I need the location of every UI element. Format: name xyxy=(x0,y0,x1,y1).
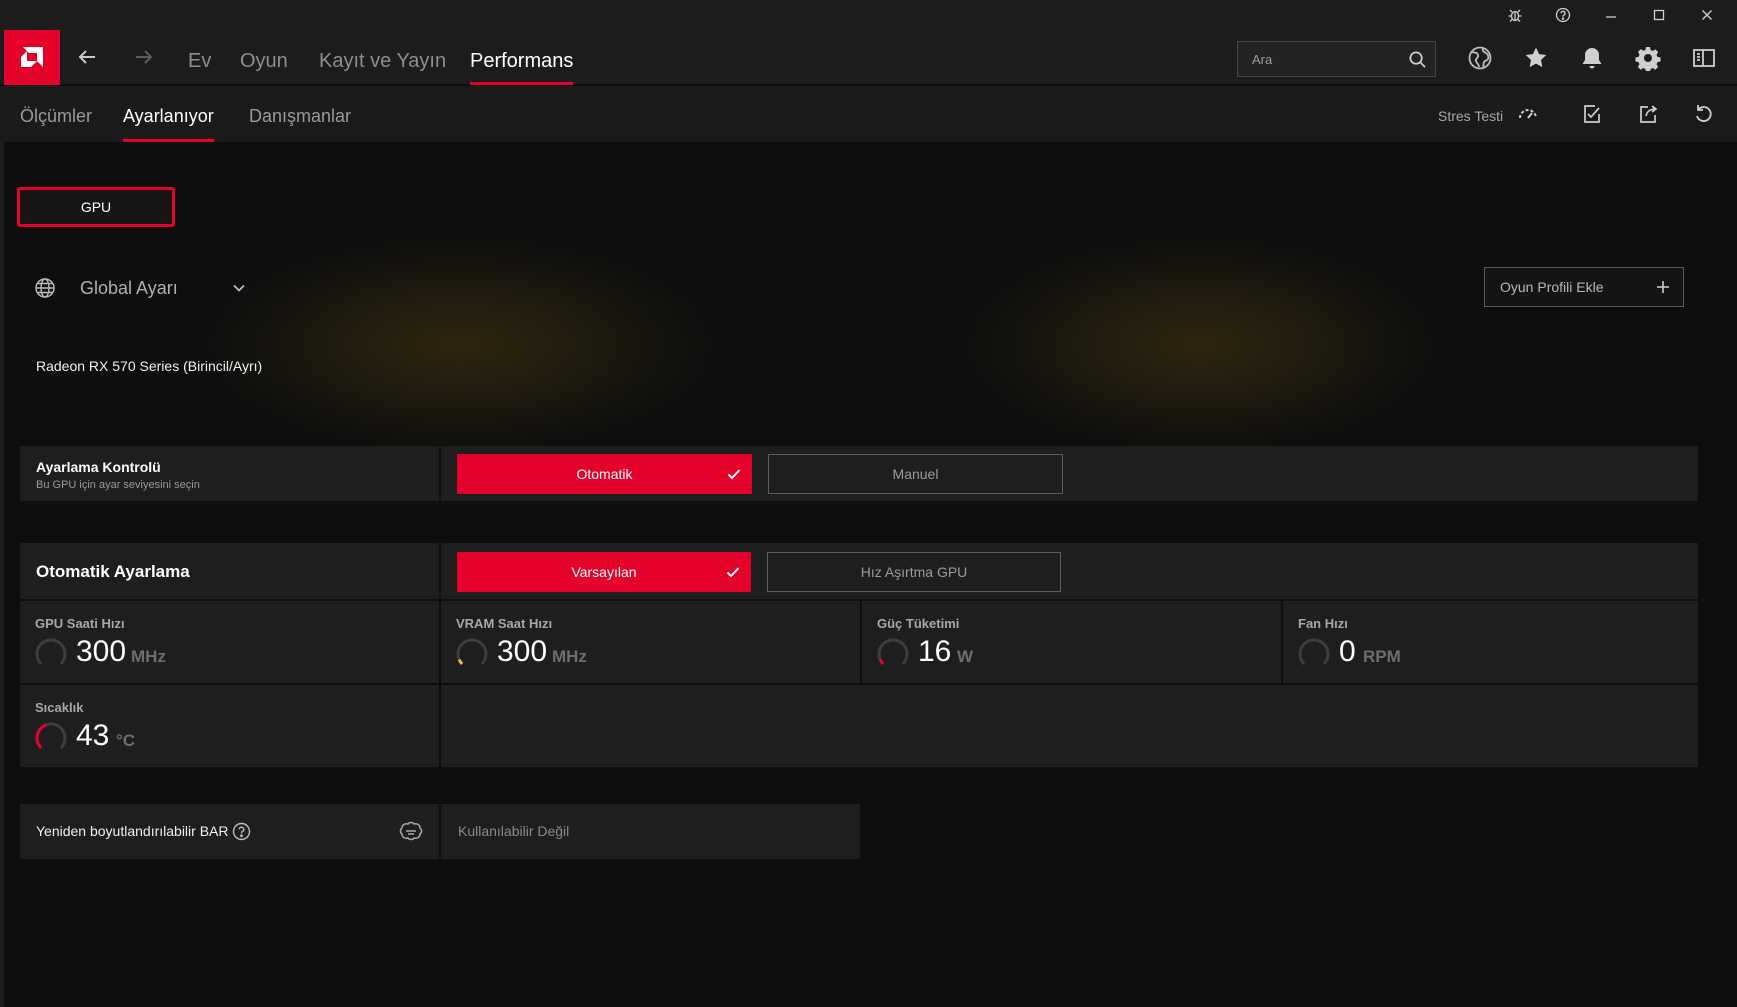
add-game-profile-label: Oyun Profili Ekle xyxy=(1500,279,1604,295)
bell-icon[interactable] xyxy=(1576,42,1608,74)
metric-power-consumption: Güç Tüketimi 16 W xyxy=(862,601,1281,683)
search-box[interactable] xyxy=(1237,41,1436,77)
window-left-edge xyxy=(0,142,4,1007)
tuning-control-title: Ayarlama Kontrolü xyxy=(36,459,161,475)
manual-option-button[interactable]: Manuel xyxy=(768,454,1063,494)
metric-unit: MHz xyxy=(552,647,587,666)
gauge-track xyxy=(1298,638,1330,665)
globe-icon xyxy=(35,278,55,298)
metric-empty-cell xyxy=(441,685,1698,767)
add-game-profile-button[interactable]: Oyun Profili Ekle xyxy=(1484,267,1684,307)
forward-arrow-icon[interactable] xyxy=(127,40,161,74)
tab-performance[interactable]: Performans xyxy=(470,30,574,85)
memory-chip-icon xyxy=(399,821,423,841)
gauge-track xyxy=(877,638,909,665)
metric-label: Güç Tüketimi xyxy=(877,616,960,631)
metric-unit: MHz xyxy=(131,647,166,666)
tuning-control-panel: Ayarlama Kontrolü Bu GPU için ayar seviy… xyxy=(20,446,1698,501)
gauge-fill xyxy=(457,658,464,665)
plus-icon xyxy=(1657,281,1669,293)
gear-icon[interactable] xyxy=(1632,42,1664,74)
gauge-icon xyxy=(877,638,909,665)
check-icon xyxy=(727,469,741,480)
stress-test-speedometer-icon[interactable] xyxy=(1514,100,1542,128)
metric-unit: RPM xyxy=(1363,647,1401,666)
stress-test-label[interactable]: Stres Testi xyxy=(1438,86,1503,146)
metric-value: 16 xyxy=(918,635,952,668)
tuning-control-subtitle: Bu GPU için ayar seviyesini seçin xyxy=(36,479,200,491)
gauge-track xyxy=(456,638,488,665)
tab-record-stream[interactable]: Kayıt ve Yayın xyxy=(319,30,446,85)
metric-label: Fan Hızı xyxy=(1298,616,1348,631)
metric-value: 0 xyxy=(1339,635,1356,668)
help-circle-icon[interactable] xyxy=(232,822,251,841)
maximize-icon[interactable] xyxy=(1635,0,1683,30)
amd-logo-icon xyxy=(21,46,43,67)
sub-navbar: Ölçümler Ayarlanıyor Danışmanlar Stres T… xyxy=(0,86,1737,142)
metric-vram-clock: VRAM Saat Hızı 300 MHz xyxy=(441,601,860,683)
metric-unit: °C xyxy=(116,731,136,750)
export-icon[interactable] xyxy=(1634,100,1662,128)
panel-divider xyxy=(439,804,441,859)
default-option-label: Varsayılan xyxy=(571,564,637,580)
close-icon[interactable] xyxy=(1683,0,1731,30)
metric-value: 43 xyxy=(76,719,110,752)
profile-selector[interactable]: Global Ayarı xyxy=(20,266,248,310)
auto-tuning-title: Otomatik Ayarlama xyxy=(36,562,190,581)
reset-icon[interactable] xyxy=(1690,100,1718,128)
auto-option-label: Otomatik xyxy=(576,466,633,482)
metric-temperature: Sıcaklık 43 °C xyxy=(20,685,439,767)
tab-gaming[interactable]: Oyun xyxy=(240,30,288,85)
search-input[interactable] xyxy=(1238,42,1398,76)
gauge-icon xyxy=(35,638,67,665)
minimize-icon[interactable] xyxy=(1587,0,1635,30)
amd-logo[interactable] xyxy=(4,30,60,85)
manual-option-label: Manuel xyxy=(892,466,939,482)
gauge-fill xyxy=(35,723,48,749)
metric-value: 300 xyxy=(76,635,127,668)
star-icon[interactable] xyxy=(1520,42,1552,74)
check-icon xyxy=(726,567,740,578)
sidebar-layout-icon[interactable] xyxy=(1688,42,1720,74)
overclock-gpu-option-label: Hız Aşırtma GPU xyxy=(860,564,968,580)
chevron-down-icon[interactable] xyxy=(230,279,248,297)
gauge-icon xyxy=(456,638,488,665)
apply-changes-icon[interactable] xyxy=(1578,100,1606,128)
metric-label: Sıcaklık xyxy=(35,700,84,715)
gauge-icon xyxy=(35,722,67,749)
auto-tuning-panel: Otomatik Ayarlama Varsayılan Hız Aşırtma… xyxy=(20,543,1698,599)
bug-icon[interactable] xyxy=(1491,0,1539,30)
panel-divider xyxy=(439,543,441,599)
resizable-bar-title: Yeniden boyutlandırılabilir BAR xyxy=(36,823,229,839)
tab-home[interactable]: Ev xyxy=(188,30,211,85)
resizable-bar-status: Kullanılabilir Değil xyxy=(458,823,570,839)
tab-tuning[interactable]: Ayarlanıyor xyxy=(123,86,214,142)
gpu-tab-button[interactable]: GPU xyxy=(17,187,175,227)
auto-option-button[interactable]: Otomatik xyxy=(457,454,752,494)
metric-gpu-clock: GPU Saati Hızı 300 MHz xyxy=(20,601,439,683)
default-option-button[interactable]: Varsayılan xyxy=(457,552,751,592)
metric-unit: W xyxy=(957,647,974,666)
help-icon[interactable] xyxy=(1539,0,1587,30)
panel-divider xyxy=(439,446,441,501)
metric-label: GPU Saati Hızı xyxy=(35,616,125,631)
gpu-device-name: Radeon RX 570 Series (Birincil/Ayrı) xyxy=(36,358,263,374)
tab-metrics[interactable]: Ölçümler xyxy=(20,86,92,142)
metric-label: VRAM Saat Hızı xyxy=(456,616,553,631)
tab-advisors[interactable]: Danışmanlar xyxy=(249,86,351,142)
metric-fan-speed: Fan Hızı 0 RPM xyxy=(1283,601,1698,683)
metric-value: 300 xyxy=(497,635,548,668)
overclock-gpu-option-button[interactable]: Hız Aşırtma GPU xyxy=(767,552,1061,592)
globe-icon[interactable] xyxy=(1464,42,1496,74)
gauge-icon xyxy=(1298,638,1330,665)
title-bar xyxy=(0,0,1737,30)
profile-label: Global Ayarı xyxy=(80,277,178,298)
main-navbar: Ev Oyun Kayıt ve Yayın Performans xyxy=(0,30,1737,85)
gauge-fill xyxy=(878,658,885,665)
search-icon[interactable] xyxy=(1408,50,1427,69)
gauge-track xyxy=(35,638,67,665)
back-arrow-icon[interactable] xyxy=(70,40,104,74)
